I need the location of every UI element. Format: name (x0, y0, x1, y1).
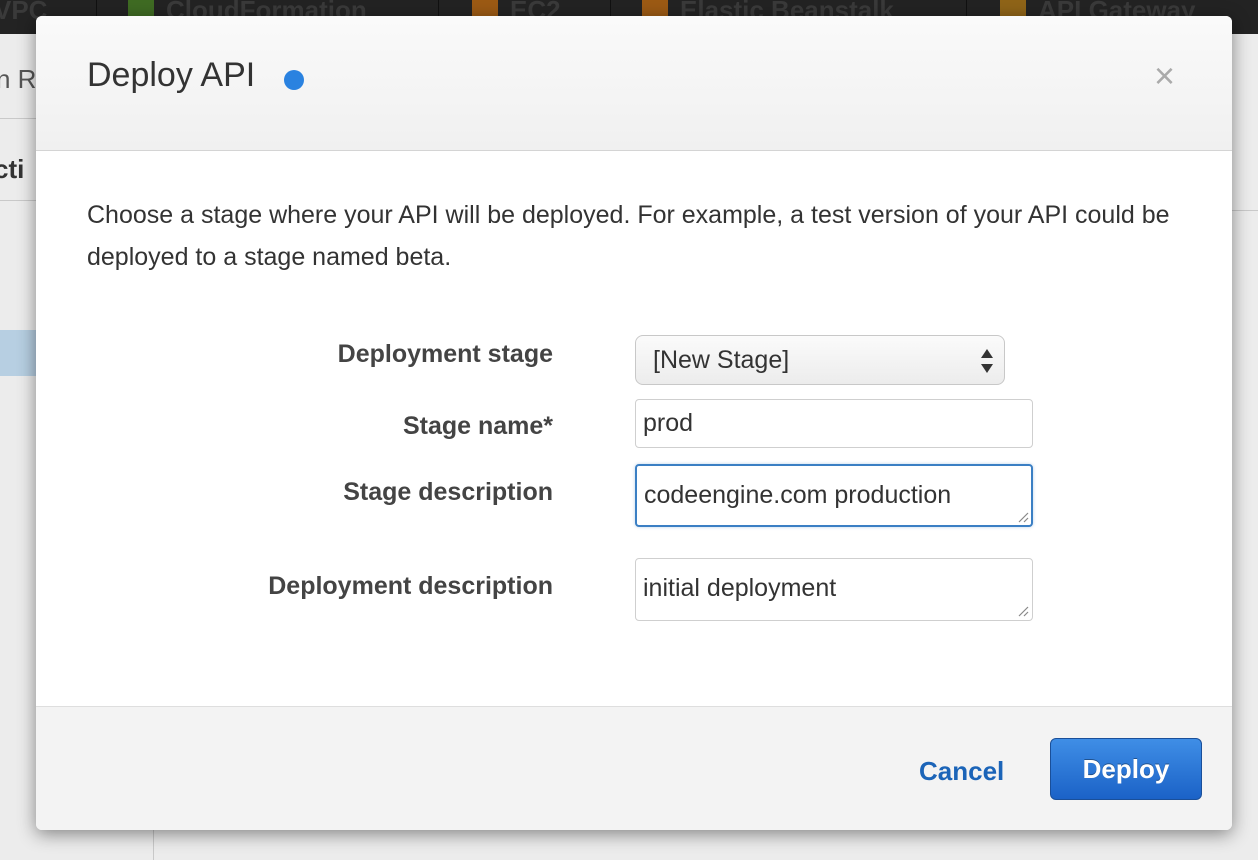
background-column-fragment: cti (0, 154, 25, 184)
stage-name-label: Stage name* (402, 412, 553, 440)
divider (0, 200, 36, 201)
deploy-api-dialog: Deploy API × Choose a stage where your A… (36, 16, 1232, 830)
divider (153, 830, 154, 860)
background-selected-row (0, 330, 36, 376)
stage-name-input[interactable] (635, 399, 1033, 448)
deployment-stage-select[interactable]: [New Stage] (635, 335, 1005, 385)
deploy-button[interactable]: Deploy (1050, 738, 1202, 800)
resize-grip-icon[interactable] (1017, 511, 1029, 523)
dialog-title: Deploy API (87, 56, 256, 94)
divider (0, 118, 36, 119)
resize-grip-icon[interactable] (1017, 605, 1029, 617)
deployment-stage-value: [New Stage] (653, 346, 790, 374)
stage-description-textarea[interactable]: codeengine.com production (635, 464, 1033, 527)
close-icon[interactable]: × (1154, 58, 1175, 94)
dialog-header: Deploy API × (36, 16, 1232, 151)
info-dot-icon (284, 70, 304, 90)
deployment-stage-label: Deployment stage (337, 340, 553, 368)
deployment-description-textarea[interactable]: initial deployment (635, 558, 1033, 621)
cancel-button[interactable]: Cancel (919, 756, 1004, 787)
select-arrows-icon (981, 349, 993, 373)
divider (1232, 210, 1258, 211)
stage-description-label: Stage description (343, 478, 553, 506)
dialog-description: Choose a stage where your API will be de… (87, 201, 1170, 271)
deployment-description-label: Deployment description (268, 572, 553, 600)
background-breadcrumb-fragment: n R (0, 64, 37, 94)
